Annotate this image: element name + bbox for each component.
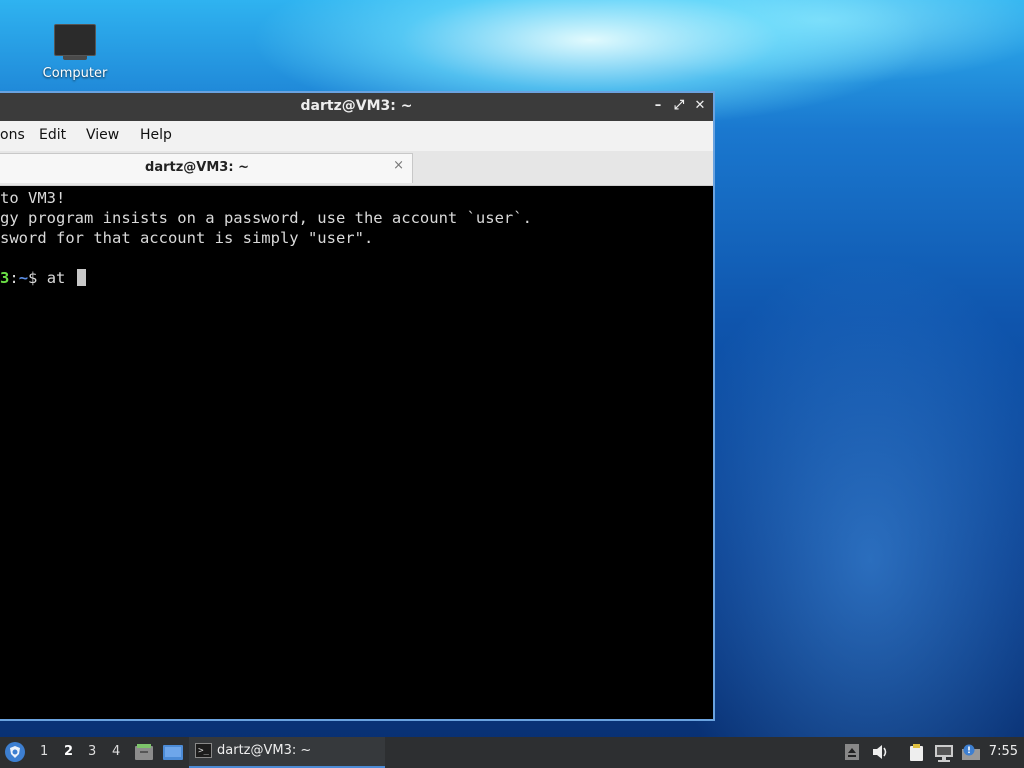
- tab-close-icon[interactable]: ×: [393, 158, 404, 173]
- clock[interactable]: 7:55: [989, 744, 1018, 759]
- app-menu-icon: [5, 742, 25, 762]
- window-titlebar[interactable]: dartz@VM3: ~ – ⤢ ✕: [0, 93, 713, 121]
- network-button[interactable]: [934, 744, 953, 762]
- workspace-4[interactable]: 4: [112, 744, 120, 759]
- prompt-separator: :: [9, 269, 19, 287]
- show-desktop-launcher[interactable]: [162, 742, 184, 766]
- task-label: dartz@VM3: ~: [217, 743, 312, 758]
- computer-icon: [54, 24, 96, 60]
- text-cursor: [76, 269, 86, 286]
- eject-icon: [845, 744, 859, 760]
- workspace-2[interactable]: 2: [64, 744, 73, 759]
- desktop-computer-shortcut[interactable]: Computer: [38, 22, 112, 81]
- maximize-button[interactable]: ⤢: [669, 96, 689, 116]
- notifications-button[interactable]: [961, 744, 980, 760]
- prompt-host: 3: [0, 269, 10, 287]
- menu-bar: ons Edit View Help: [0, 121, 713, 151]
- terminal-output[interactable]: to VM3! gy program insists on a password…: [0, 186, 713, 719]
- network-icon: [935, 745, 953, 762]
- prompt-symbol: $: [28, 269, 38, 287]
- volume-button[interactable]: [872, 744, 888, 760]
- taskbar: 1 2 3 4 >_ dartz@VM3: ~ 7:55: [0, 737, 1024, 768]
- workspace-1[interactable]: 1: [40, 744, 48, 759]
- window-title: dartz@VM3: ~: [300, 98, 413, 114]
- taskbar-task-terminal[interactable]: >_ dartz@VM3: ~: [189, 737, 385, 768]
- terminal-line: gy program insists on a password, use th…: [0, 209, 532, 227]
- file-manager-icon: [135, 744, 153, 760]
- clipboard-icon: [910, 744, 923, 761]
- close-button[interactable]: ✕: [690, 96, 710, 116]
- show-desktop-icon: [163, 745, 183, 760]
- tab-terminal[interactable]: dartz@VM3: ~ ×: [0, 153, 413, 183]
- start-menu-button[interactable]: [4, 741, 26, 763]
- menu-options[interactable]: ons: [0, 127, 25, 143]
- file-manager-launcher[interactable]: [134, 742, 154, 766]
- terminal-line: to VM3!: [0, 189, 66, 207]
- terminal-line: sword for that account is simply "user".: [0, 229, 374, 247]
- desktop-icon-label: Computer: [42, 66, 108, 81]
- prompt-line: 3:~$ at: [0, 268, 86, 288]
- typed-command: at: [46, 269, 66, 287]
- tab-bar: dartz@VM3: ~ ×: [0, 151, 713, 186]
- minimize-button[interactable]: –: [648, 96, 668, 116]
- terminal-icon: >_: [195, 743, 212, 758]
- tab-label: dartz@VM3: ~: [145, 160, 249, 175]
- update-notification-icon: [962, 744, 980, 760]
- tray-menu-button[interactable]: [845, 744, 861, 760]
- clipboard-button[interactable]: [908, 744, 924, 761]
- speaker-icon: [873, 745, 887, 759]
- menu-help[interactable]: Help: [140, 127, 172, 143]
- prompt-path: ~: [18, 269, 29, 287]
- menu-edit[interactable]: Edit: [39, 127, 66, 143]
- menu-view[interactable]: View: [86, 127, 119, 143]
- workspace-3[interactable]: 3: [88, 744, 96, 759]
- terminal-window: dartz@VM3: ~ – ⤢ ✕ ons Edit View Help da…: [0, 91, 715, 721]
